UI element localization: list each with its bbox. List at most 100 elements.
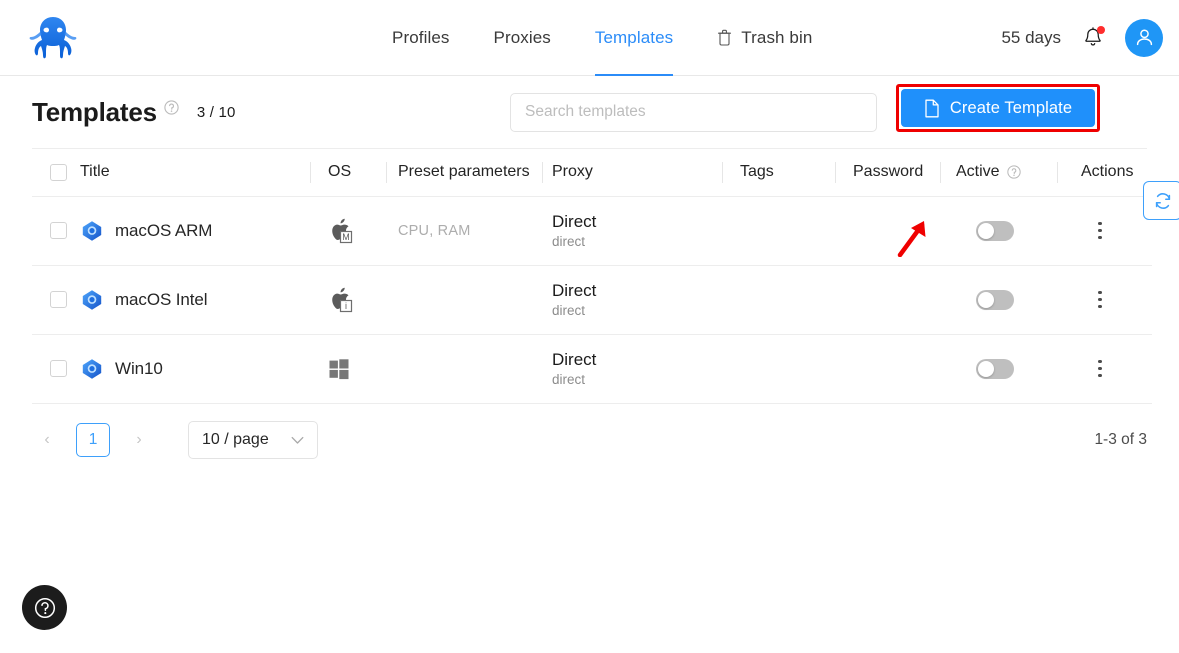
table-row[interactable]: macOS ARM M CPU, RAM Direct direct: [32, 196, 1152, 266]
row-tags-cell: [722, 334, 835, 404]
user-icon: [1136, 29, 1152, 46]
table-row[interactable]: macOS Intel i Direct direct: [32, 265, 1152, 335]
row-actions-cell: [1057, 196, 1152, 266]
th-actions: Actions: [1057, 149, 1152, 197]
active-help-icon[interactable]: [1006, 165, 1021, 179]
row-preset-cell: CPU, RAM: [386, 196, 542, 266]
help-circle-icon: [34, 597, 55, 618]
th-tags[interactable]: Tags: [722, 149, 835, 197]
preset-parameters-value: CPU, RAM: [398, 222, 471, 239]
row-actions-menu-button[interactable]: [1089, 358, 1111, 380]
th-active[interactable]: Active: [940, 149, 1057, 197]
app-logo[interactable]: [0, 14, 105, 62]
nav-tab-profiles[interactable]: Profiles: [370, 0, 472, 75]
nav-tab-templates[interactable]: Templates: [573, 0, 695, 76]
row-checkbox[interactable]: [50, 291, 67, 308]
row-preset-cell: [386, 265, 542, 335]
th-password-label: Password: [853, 163, 924, 181]
nav-tab-trash-bin[interactable]: Trash bin: [695, 0, 834, 75]
row-select-cell: [32, 265, 80, 335]
row-actions-cell: [1057, 334, 1152, 404]
title-help-icon[interactable]: [164, 99, 179, 115]
th-os-label: OS: [328, 163, 352, 181]
subscription-days-label: 55 days: [1001, 27, 1061, 47]
pagination-next-button[interactable]: ›: [124, 425, 154, 455]
th-os[interactable]: OS: [310, 149, 386, 197]
row-select-cell: [32, 196, 80, 266]
select-all-checkbox[interactable]: [50, 163, 67, 181]
template-icon: [82, 220, 102, 241]
row-checkbox[interactable]: [50, 222, 67, 239]
th-tags-label: Tags: [740, 163, 774, 181]
row-proxy-cell: Direct direct: [542, 196, 722, 266]
templates-table-header: Title OS Preset parameters Proxy Tags Pa…: [32, 149, 1152, 197]
row-password-cell: [835, 265, 940, 335]
pagination-bar: ‹ 1 › 10 / page 1-3 of 3: [32, 404, 1147, 477]
active-toggle[interactable]: [976, 289, 1014, 310]
create-template-button[interactable]: Create Template: [901, 89, 1095, 127]
document-icon: [925, 99, 939, 117]
th-proxy-label: Proxy: [552, 163, 593, 181]
row-actions-menu-button[interactable]: [1089, 289, 1111, 311]
search-templates-box[interactable]: [510, 92, 877, 132]
help-button[interactable]: [22, 585, 67, 630]
svg-text:M: M: [342, 232, 350, 242]
active-toggle[interactable]: [976, 220, 1014, 241]
refresh-icon: [1155, 192, 1170, 209]
th-proxy[interactable]: Proxy: [542, 149, 722, 197]
windows-icon: [329, 358, 349, 379]
template-name: macOS ARM: [115, 220, 213, 240]
main-nav-tabs: Profiles Proxies Templates Trash bin: [370, 0, 834, 76]
user-avatar[interactable]: [1125, 18, 1163, 57]
toggle-knob: [978, 222, 994, 239]
pagination-page-1[interactable]: 1: [76, 423, 110, 457]
th-preset-parameters[interactable]: Preset parameters: [386, 149, 542, 197]
templates-table-body: macOS ARM M CPU, RAM Direct direct macOS…: [32, 196, 1152, 404]
th-actions-label: Actions: [1081, 163, 1134, 181]
template-name: macOS Intel: [115, 289, 208, 309]
row-password-cell: [835, 196, 940, 266]
row-os-cell: i: [310, 265, 386, 335]
proxy-name: Direct: [552, 349, 597, 369]
notifications-button[interactable]: [1083, 25, 1105, 50]
row-checkbox[interactable]: [50, 360, 67, 377]
page-size-select[interactable]: 10 / page: [188, 421, 318, 459]
row-title-cell: macOS ARM: [80, 196, 310, 266]
proxy-name: Direct: [552, 280, 597, 300]
svg-text:i: i: [345, 301, 347, 311]
search-input[interactable]: [525, 103, 862, 121]
pagination-prev-button[interactable]: ‹: [32, 425, 62, 455]
row-active-cell: [940, 265, 1057, 335]
row-title-cell: macOS Intel: [80, 265, 310, 335]
row-active-cell: [940, 196, 1057, 266]
proxy-type: direct: [552, 372, 586, 388]
proxy-name: Direct: [552, 211, 597, 231]
active-toggle[interactable]: [976, 358, 1014, 379]
row-proxy-cell: Direct direct: [542, 334, 722, 404]
templates-table: Title OS Preset parameters Proxy Tags Pa…: [32, 149, 1152, 404]
create-template-label: Create Template: [949, 98, 1073, 117]
row-actions-menu-button[interactable]: [1089, 220, 1111, 242]
notification-badge-dot: [1097, 25, 1105, 34]
nav-tab-proxies-label: Proxies: [493, 27, 551, 47]
nav-tab-trash-bin-label: Trash bin: [741, 27, 813, 47]
page-title: Templates: [32, 96, 157, 127]
th-password[interactable]: Password: [835, 149, 940, 197]
row-title-cell: Win10: [80, 334, 310, 404]
toggle-knob: [978, 360, 994, 377]
row-active-cell: [940, 334, 1057, 404]
apple-m-icon: M: [332, 218, 353, 243]
table-row[interactable]: Win10 Direct direct: [32, 334, 1152, 404]
template-name: Win10: [115, 358, 163, 378]
chevron-down-icon: [291, 436, 304, 444]
nav-right-cluster: 55 days: [1001, 18, 1179, 57]
row-proxy-cell: Direct direct: [542, 265, 722, 335]
th-title[interactable]: Title: [80, 149, 310, 197]
th-title-label: Title: [80, 163, 110, 181]
nav-tab-profiles-label: Profiles: [392, 27, 450, 47]
nav-tab-proxies[interactable]: Proxies: [472, 0, 573, 75]
apple-intel-icon: i: [332, 287, 353, 312]
th-active-label: Active: [956, 163, 1000, 181]
row-select-cell: [32, 334, 80, 404]
row-password-cell: [835, 334, 940, 404]
